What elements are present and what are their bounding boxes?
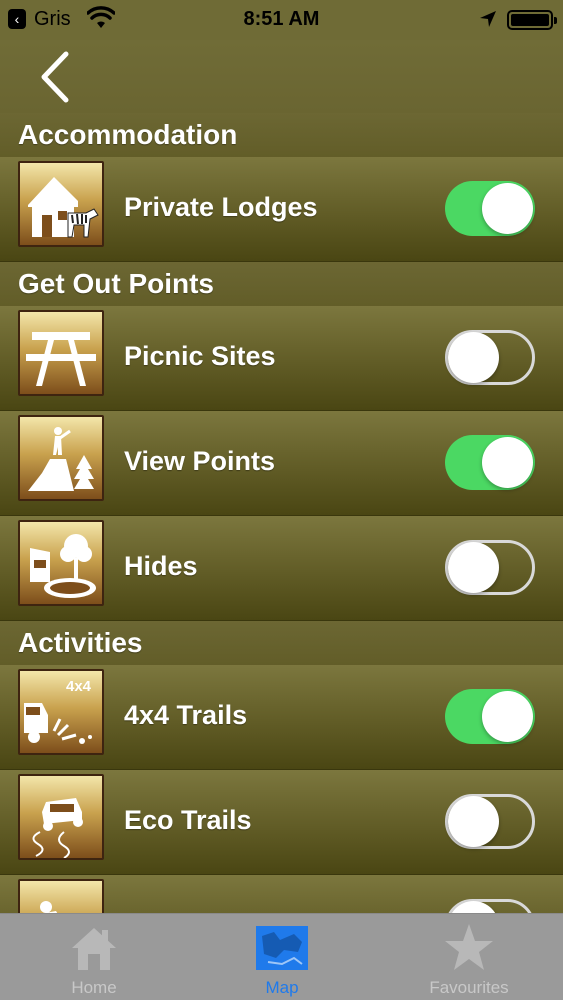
- 4x4-trails-toggle[interactable]: [445, 689, 535, 744]
- tab-label: Home: [71, 978, 117, 997]
- toggle-knob: [482, 691, 533, 742]
- home-icon: [72, 928, 116, 970]
- private-lodges-toggle[interactable]: [445, 181, 535, 236]
- star-icon: [445, 924, 493, 970]
- list-item-4x4-trails: 4x4 4x4 Trails: [0, 665, 563, 770]
- item-label: 4x4 Trails: [124, 700, 248, 730]
- tab-home[interactable]: Home: [0, 914, 188, 1000]
- section-header-accommodation: Accommodation: [0, 113, 563, 157]
- hides-toggle[interactable]: [445, 540, 535, 595]
- picnic-table-icon: [18, 310, 104, 396]
- list-item-view-points: View Points: [0, 411, 563, 516]
- toggle-knob: [448, 332, 499, 383]
- item-label: Eco Trails: [124, 805, 252, 835]
- section-header-activities: Activities: [0, 621, 563, 665]
- navigation-bar: [0, 40, 563, 113]
- back-chevron-icon[interactable]: [36, 50, 76, 104]
- view-points-toggle[interactable]: [445, 435, 535, 490]
- tab-favourites[interactable]: Favourites: [375, 914, 563, 1000]
- battery-icon: [507, 10, 557, 30]
- item-label: Private Lodges: [124, 192, 318, 222]
- map-icon: [256, 926, 308, 970]
- lodge-icon: [18, 161, 104, 247]
- toggle-knob: [482, 183, 533, 234]
- hide-icon: [18, 520, 104, 606]
- tab-bar: Home Map Favourites: [0, 913, 563, 1000]
- eco-trail-icon: [18, 774, 104, 860]
- status-bar: ‹ Gris 8:51 AM: [0, 0, 563, 40]
- toggle-knob: [448, 542, 499, 593]
- list-item-picnic-sites: Picnic Sites: [0, 306, 563, 411]
- toggle-knob: [448, 796, 499, 847]
- item-label: Hides: [124, 551, 198, 581]
- viewpoint-icon: [18, 415, 104, 501]
- location-arrow-icon: [480, 11, 496, 27]
- section-header-get-out-points: Get Out Points: [0, 262, 563, 306]
- four-by-four-icon: 4x4: [18, 669, 104, 755]
- tab-label: Map: [265, 978, 299, 997]
- eco-trails-toggle[interactable]: [445, 794, 535, 849]
- layer-list: Accommodation Private Lodges Get Out Poi…: [0, 113, 563, 980]
- four-by-four-badge: 4x4: [66, 678, 92, 695]
- tab-map[interactable]: Map: [188, 914, 376, 1000]
- list-item-eco-trails: Eco Trails: [0, 770, 563, 875]
- tab-label: Favourites: [429, 978, 509, 997]
- list-item-private-lodges: Private Lodges: [0, 157, 563, 262]
- item-label: View Points: [124, 446, 276, 476]
- item-label: Picnic Sites: [124, 341, 276, 371]
- list-item-hides: Hides: [0, 516, 563, 621]
- toggle-knob: [482, 437, 533, 488]
- picnic-sites-toggle[interactable]: [445, 330, 535, 385]
